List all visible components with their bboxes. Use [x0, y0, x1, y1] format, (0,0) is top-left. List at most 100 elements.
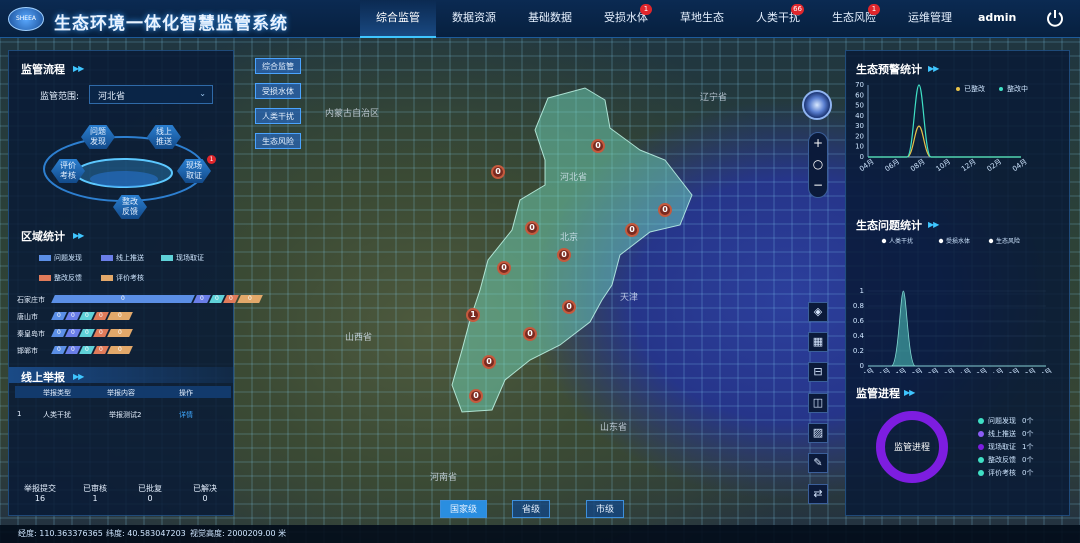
stat-label: 举报提交 — [24, 484, 56, 493]
nav-item[interactable]: 数据资源 — [436, 0, 512, 38]
y-tick-label: 70 — [855, 81, 864, 89]
progress-dot — [978, 444, 984, 450]
user-name[interactable]: admin — [978, 11, 1016, 24]
arrow-icon: ▶▶ — [73, 64, 84, 73]
zoom-out-button[interactable]: − — [809, 175, 827, 196]
count-badge[interactable]: 0 — [658, 203, 672, 217]
region-bar-segment[interactable]: 0 — [51, 295, 195, 303]
segment-value: 0 — [71, 346, 75, 353]
count-badge[interactable]: 0 — [469, 389, 483, 403]
count-badge[interactable]: 0 — [525, 221, 539, 235]
hatch-icon[interactable]: ▨ — [808, 423, 828, 443]
region-bar-segment[interactable]: 0 — [107, 329, 133, 337]
stat-value: 0 — [147, 494, 153, 503]
count-badge[interactable]: 0 — [482, 355, 496, 369]
process-title: 监管流程 — [21, 63, 65, 76]
stat-value: 1 — [92, 494, 98, 503]
layers-icon[interactable]: ◈ — [808, 302, 828, 322]
nav-item[interactable]: 草地生态 — [664, 0, 740, 38]
x-tick-label: 12月 — [971, 367, 989, 373]
map-tab-human-interference[interactable]: 人类干扰 — [255, 108, 301, 124]
region-bar-segment[interactable]: 0 — [237, 295, 263, 303]
segment-value: 0 — [99, 329, 103, 336]
compass-icon[interactable] — [802, 90, 832, 120]
draw-icon[interactable]: ✎ — [808, 453, 828, 473]
legend-label: 已整改 — [964, 84, 985, 93]
scope-select[interactable]: 河北省 ⌄ — [89, 85, 213, 104]
nav-item[interactable]: 综合监管 — [360, 0, 436, 38]
count-badge[interactable]: 0 — [491, 165, 505, 179]
zoom-in-button[interactable]: + — [809, 133, 827, 154]
progress-item: 问题发现 0个 — [978, 416, 1033, 426]
count-badge[interactable]: 1 — [466, 308, 480, 322]
level-tab-provincial[interactable]: 省级 — [512, 500, 551, 518]
map-label-liaoning: 辽宁省 — [700, 93, 728, 103]
segment-value: 0 — [200, 295, 204, 302]
progress-title: 监管进程 — [856, 387, 900, 400]
segment-value: 0 — [229, 295, 233, 302]
map-tab-eco-risk[interactable]: 生态风险 — [255, 133, 301, 149]
nav-badge: 1 — [640, 4, 652, 15]
nav-label: 运维管理 — [908, 11, 952, 24]
x-tick-label: 10月 — [935, 158, 953, 174]
process-badge: 1 — [207, 155, 216, 164]
region-bar-segment[interactable]: 0 — [193, 295, 211, 303]
progress-dot — [978, 418, 984, 424]
nav-item[interactable]: 生态风险 1 — [816, 0, 892, 38]
nav-item[interactable]: 基础数据 — [512, 0, 588, 38]
count-badge[interactable]: 0 — [591, 139, 605, 153]
x-tick-label: 10月 — [939, 367, 957, 373]
top-header: SHEEA 生态环境一体化智慧监管系统 综合监管 数据资源 基础数据 受损水体 1 草地生… — [0, 0, 1080, 38]
count-badge[interactable]: 0 — [523, 327, 537, 341]
region-row-label: 秦皇岛市 — [17, 330, 45, 338]
power-icon[interactable] — [1045, 8, 1065, 28]
issue-chart: 0 0.2 0.4 0.6 0.8 1 04月 05月07月08月09月10月11月12月01… — [853, 237, 1054, 373]
report-table-header: 举报类型 举报内容 操作 — [15, 386, 231, 398]
segment-value: 0 — [85, 329, 89, 336]
arrow-icon: ▶▶ — [904, 388, 915, 397]
legend-label: 受损水体 — [946, 237, 970, 245]
legend-item: 评价考核 — [101, 273, 144, 283]
legend-item: 现场取证 — [161, 253, 204, 263]
legend-label: 整改中 — [1007, 84, 1028, 93]
legend-label: 人类干扰 — [889, 237, 913, 245]
count-badge[interactable]: 0 — [625, 223, 639, 237]
y-tick-label: 0 — [860, 153, 864, 161]
nav-label: 草地生态 — [680, 11, 724, 24]
count-badge[interactable]: 0 — [562, 300, 576, 314]
y-tick-label: 0.6 — [853, 317, 865, 325]
map-label-henan: 河南省 — [430, 473, 458, 483]
y-tick-label: 30 — [855, 122, 864, 130]
swap-icon[interactable]: ⇄ — [808, 484, 828, 504]
progress-dot — [978, 470, 984, 476]
segment-value: 0 — [118, 312, 122, 319]
progress-value: 0个 — [1022, 430, 1034, 438]
series-line — [868, 125, 1021, 158]
zoom-reset-button[interactable]: ○ — [809, 154, 827, 175]
left-panel: 监管流程 ▶▶ 监管范围: 河北省 ⌄ 问题 发现 线上 推送 评价 考核 现场… — [8, 50, 263, 516]
map-tab-comprehensive[interactable]: 综合监管 — [255, 58, 301, 74]
level-tab-national[interactable]: 国家级 — [440, 500, 488, 518]
level-tab-city[interactable]: 市级 — [586, 500, 625, 518]
legend-swatch — [39, 255, 51, 261]
region-bar-segment[interactable]: 0 — [107, 312, 133, 320]
legend-marker — [938, 238, 944, 244]
logo: SHEEA — [8, 7, 44, 31]
split-icon[interactable]: ◫ — [808, 393, 828, 413]
report-detail-link[interactable]: 详情 — [179, 410, 193, 420]
measure-icon[interactable]: ⊟ — [808, 362, 828, 382]
report-type: 人类干扰 — [43, 411, 71, 419]
nav-item[interactable]: 运维管理 — [892, 0, 968, 38]
count-badge[interactable]: 0 — [497, 261, 511, 275]
stat-value: 0 — [202, 494, 208, 503]
count-badge[interactable]: 0 — [557, 248, 571, 262]
grid-icon[interactable]: ▦ — [808, 332, 828, 352]
report-col-content: 举报内容 — [107, 389, 135, 397]
region-row-label: 邯郸市 — [17, 347, 38, 355]
nav-item[interactable]: 人类干扰 66 — [740, 0, 816, 38]
nav-item[interactable]: 受损水体 1 — [588, 0, 664, 38]
stat-label: 已审核 — [83, 484, 107, 493]
region-bar-segment[interactable]: 0 — [107, 346, 133, 354]
map-tab-damaged-water[interactable]: 受损水体 — [255, 83, 301, 99]
y-tick-label: 20 — [855, 132, 864, 140]
